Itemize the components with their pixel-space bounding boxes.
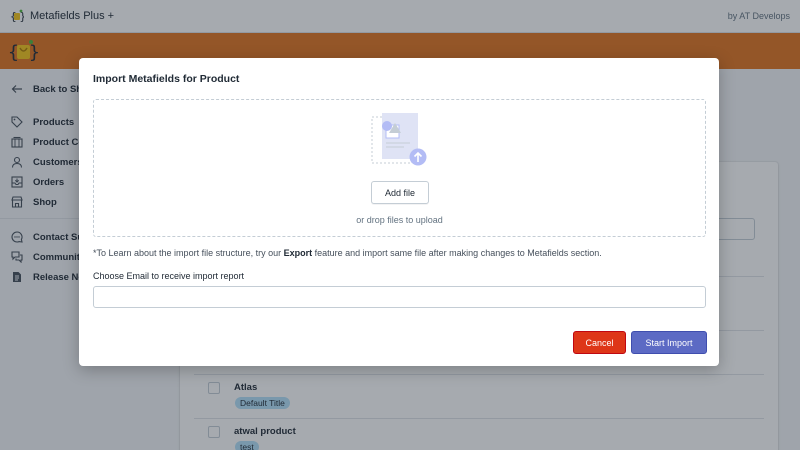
- email-field-label: Choose Email to receive import report: [93, 271, 245, 281]
- note-prefix: *To Learn about the import file structur…: [93, 248, 284, 258]
- add-file-button[interactable]: Add file: [371, 181, 429, 204]
- file-upload-icon: [371, 113, 427, 166]
- file-dropzone[interactable]: Add file or drop files to upload: [93, 99, 706, 237]
- import-modal: Import Metafields for Product Add file o…: [79, 58, 719, 366]
- drop-hint: or drop files to upload: [356, 215, 443, 225]
- note-suffix: feature and import same file after makin…: [312, 248, 602, 258]
- start-import-button[interactable]: Start Import: [631, 331, 707, 354]
- email-field[interactable]: [93, 286, 706, 308]
- import-help-text: *To Learn about the import file structur…: [93, 248, 602, 258]
- export-link[interactable]: Export: [284, 248, 313, 258]
- cancel-button[interactable]: Cancel: [573, 331, 626, 354]
- modal-title: Import Metafields for Product: [93, 73, 240, 85]
